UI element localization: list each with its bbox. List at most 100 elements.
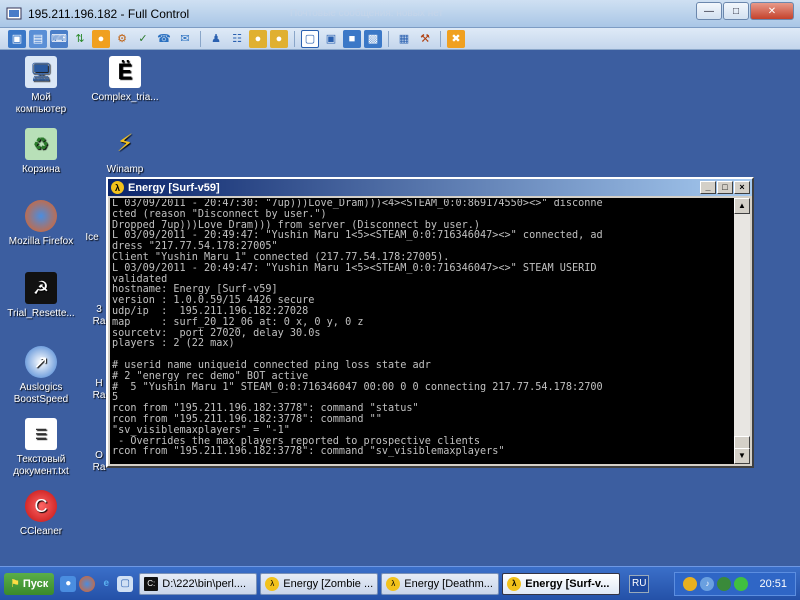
hammer-sickle-icon: ☭ <box>25 272 57 304</box>
console-title: Energy [Surf-v59] <box>128 181 220 194</box>
srcds-icon: λ <box>265 576 280 591</box>
zoom-icon[interactable]: ▩ <box>364 29 382 48</box>
console-body[interactable]: L 03/09/2011 - 20:47:30: "7up)))Love_Dra… <box>110 198 750 464</box>
lock-icon[interactable]: ● <box>249 29 267 48</box>
scale-icon[interactable]: ▣ <box>322 30 340 48</box>
srcds-icon: λ <box>111 181 124 194</box>
fullscreen-icon[interactable]: ▢ <box>301 29 319 48</box>
disconnect-icon[interactable]: ✖ <box>447 29 465 48</box>
task-label: Energy [Zombie ... <box>283 577 374 590</box>
desktop-icon-ccleaner[interactable]: C CCleaner <box>6 490 76 538</box>
quicklaunch-ie-icon[interactable]: e <box>98 576 114 592</box>
console-line: # 2 "energy rec demo" BOT active <box>112 370 309 382</box>
desktop-icon-recycle-bin[interactable]: ♻ Корзина <box>6 128 76 176</box>
language-indicator[interactable]: RU <box>629 574 650 593</box>
network-icon[interactable]: ☷ <box>228 30 246 48</box>
desktop-icon-my-computer[interactable]: 🖥 Мой компьютер <box>6 56 76 116</box>
desktop-icon-ice[interactable]: Ice <box>80 232 104 244</box>
console-line: "sv_visiblemaxplayers" = "-1" <box>112 424 290 436</box>
person-icon[interactable]: ♟ <box>207 30 225 48</box>
desktop-icon-label: Ice <box>85 232 99 243</box>
auslogics-icon: ↗ <box>25 346 57 378</box>
console-line: # 5 "Yushin Maru 1" STEAM_0:0:716346047 … <box>112 381 603 393</box>
desktop-icon-partial-1[interactable]: 3 Ra <box>92 304 106 328</box>
quick-launch: ● e ▢ <box>60 575 134 592</box>
task-energy-surf[interactable]: λ Energy [Surf-v... <box>502 572 621 595</box>
console-window[interactable]: λ Energy [Surf-v59] _ □ × L 03/09/2011 -… <box>106 177 754 468</box>
file-transfer-icon[interactable]: ✓ <box>134 30 152 48</box>
desktop-icon-complex-tria[interactable]: Ё Complex_tria... <box>90 56 160 104</box>
screenshot-icon[interactable]: ▦ <box>395 30 413 48</box>
task-label: D:\222\bin\perl.... <box>162 577 247 590</box>
srcds-icon: λ <box>507 576 522 591</box>
desktop-icon-partial-2[interactable]: H Ra <box>92 378 106 402</box>
refresh-icon[interactable]: ⇅ <box>71 30 89 48</box>
desktop-icon-auslogics[interactable]: ↗ Auslogics BoostSpeed <box>6 346 76 406</box>
send-ctrl-alt-del-icon[interactable]: ⌨ <box>50 29 68 48</box>
desktop-icon-label: Complex_tria... <box>91 92 159 103</box>
srcds-icon: λ <box>386 576 401 591</box>
ghost-notification: Почтовые сообщения: новых нет <box>290 8 444 19</box>
task-perl-console[interactable]: C: D:\222\bin\perl.... <box>139 572 258 595</box>
alt-key-icon[interactable]: ⚙ <box>113 30 131 48</box>
quicklaunch-browser-icon[interactable]: ● <box>60 575 77 592</box>
scroll-up-button[interactable]: ▲ <box>734 198 750 214</box>
console-scrollbar[interactable]: ▲ ▼ <box>734 198 750 464</box>
start-button[interactable]: ⚑ Пуск <box>4 572 55 595</box>
desktop-icon-firefox[interactable]: Mozilla Firefox <box>6 200 76 248</box>
console-close-button[interactable]: × <box>734 181 750 194</box>
task-energy-zombie[interactable]: λ Energy [Zombie ... <box>260 572 379 595</box>
tray-network-icon[interactable] <box>717 576 732 591</box>
console-output: L 03/09/2011 - 20:47:30: "7up)))Love_Dra… <box>112 199 740 463</box>
desktop-icon-trial-resetter[interactable]: ☭ Trial_Resette... <box>6 272 76 320</box>
taskbar: ⚑ Пуск ● e ▢ C: D:\222\bin\perl.... λ En… <box>0 566 800 600</box>
ctrl-key-icon[interactable]: ● <box>92 29 110 48</box>
desktop-icon-label: H <box>95 378 103 389</box>
desktop-icon-label: O <box>95 450 103 461</box>
scroll-down-button[interactable]: ▼ <box>734 448 750 464</box>
toolbar-separator <box>200 30 201 47</box>
window-title: 195.211.196.182 - Full Control <box>28 7 190 21</box>
tray-app-icon[interactable] <box>683 576 698 591</box>
tray-volume-icon[interactable]: ♪ <box>700 576 715 591</box>
tools-icon[interactable]: ⚒ <box>416 30 434 48</box>
toolbar-separator <box>440 30 441 47</box>
toolbar-separator <box>294 30 295 47</box>
connection-info-icon[interactable]: ▤ <box>29 29 47 48</box>
tray-update-icon[interactable] <box>734 576 749 591</box>
task-energy-deathmatch[interactable]: λ Energy [Deathm... <box>381 572 500 595</box>
toolbar-separator <box>388 30 389 47</box>
desktop-icon-text-document[interactable]: ☰ Текстовый документ.txt <box>6 418 76 478</box>
desktop-icon-label: Trial_Resette... <box>7 308 75 319</box>
quicklaunch-firefox-icon[interactable] <box>79 575 96 592</box>
quicklaunch-desktop-icon[interactable]: ▢ <box>117 575 134 592</box>
console-minimize-button[interactable]: _ <box>700 181 716 194</box>
close-button[interactable]: ✕ <box>750 2 794 20</box>
console-line: players : 2 (22 max) <box>112 338 235 350</box>
desktop-icon-label: Winamp <box>106 164 144 175</box>
desktop-icon-winamp[interactable]: ⚡ Winamp <box>90 128 160 176</box>
desktop-icon-label: Корзина <box>21 164 61 175</box>
desktop-icon-label: Мой компьютер <box>15 92 67 115</box>
view-only-icon[interactable]: ■ <box>343 29 361 48</box>
console-titlebar[interactable]: λ Energy [Surf-v59] _ □ × <box>108 179 752 196</box>
connection-options-icon[interactable]: ▣ <box>8 29 26 48</box>
ccleaner-icon: C <box>25 490 57 522</box>
vnc-titlebar: 195.211.196.182 - Full Control Почтовые … <box>0 0 800 28</box>
winamp-icon: ⚡ <box>116 130 134 157</box>
clock: 20:51 <box>759 577 787 590</box>
console-line: rcon from "195.211.196.182:3778": comman… <box>112 446 505 458</box>
console-line: map : surf_20_12_06 at: 0 x, 0 y, 0 z <box>112 316 364 328</box>
task-label: Energy [Surf-v... <box>525 577 610 590</box>
console-maximize-button[interactable]: □ <box>717 181 733 194</box>
minimize-button[interactable]: — <box>696 2 722 20</box>
chat-icon[interactable]: ✉ <box>176 30 194 48</box>
key-icon[interactable]: ● <box>270 29 288 48</box>
windows-flag-icon: ⚑ <box>10 578 20 590</box>
desktop-icon-label: Mozilla Firefox <box>8 236 74 247</box>
desktop-icon-label: CCleaner <box>19 526 63 537</box>
recycle-bin-icon: ♻ <box>25 128 57 160</box>
maximize-button[interactable]: □ <box>723 2 749 20</box>
desktop-icon-partial-3[interactable]: O Ra <box>92 450 106 474</box>
phone-icon[interactable]: ☎ <box>155 30 173 48</box>
